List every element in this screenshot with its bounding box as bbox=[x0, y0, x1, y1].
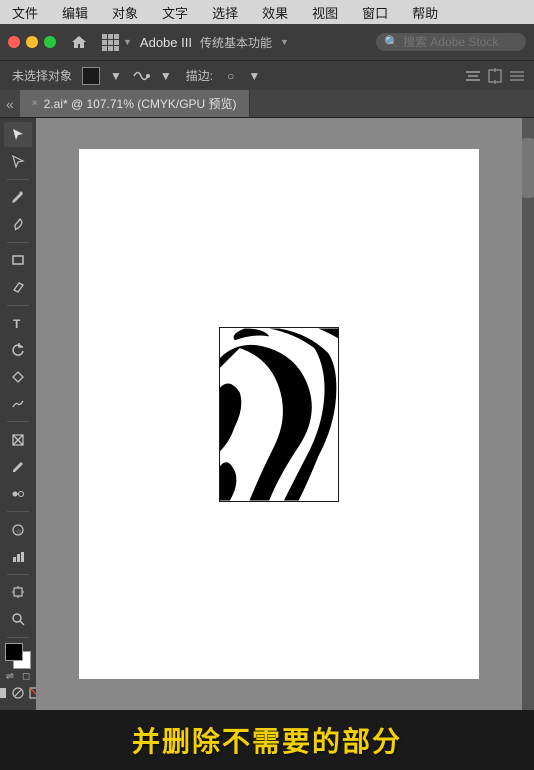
eraser-tool-button[interactable] bbox=[4, 275, 32, 300]
symbol-tool-button[interactable]: ☆ bbox=[4, 517, 32, 542]
rotate-tool-button[interactable] bbox=[4, 338, 32, 363]
menu-effect[interactable]: 效果 bbox=[258, 1, 292, 24]
menu-text[interactable]: 文字 bbox=[158, 1, 192, 24]
fill-box-icon[interactable] bbox=[0, 686, 8, 700]
home-button[interactable] bbox=[68, 31, 90, 53]
properties-icon[interactable] bbox=[508, 67, 526, 85]
selection-tool-button[interactable] bbox=[4, 122, 32, 147]
tool-separator-7 bbox=[7, 637, 29, 638]
svg-text:☆: ☆ bbox=[16, 528, 22, 536]
fg-bg-swatch[interactable] bbox=[5, 643, 31, 669]
blend-tool-button[interactable] bbox=[4, 481, 32, 506]
workspace-grid-icon bbox=[102, 34, 119, 51]
zoom-tool-button[interactable] bbox=[4, 607, 32, 632]
tool-separator-3 bbox=[7, 305, 29, 306]
left-toolbar: T ☆ bbox=[0, 118, 36, 710]
canvas-area[interactable] bbox=[36, 118, 522, 710]
menu-window[interactable]: 窗口 bbox=[358, 1, 392, 24]
stroke-tool-icon[interactable] bbox=[132, 67, 150, 85]
swap-colors-icon[interactable]: ⇌ bbox=[6, 671, 14, 682]
stroke-caret[interactable]: ▼ bbox=[244, 67, 264, 85]
shape-tool-button[interactable] bbox=[4, 364, 32, 389]
tab-close-button[interactable]: × bbox=[32, 98, 38, 109]
svg-text:T: T bbox=[13, 317, 21, 330]
foreground-color-swatch[interactable] bbox=[5, 643, 23, 661]
bottom-text-overlay: 并删除不需要的部分 bbox=[0, 710, 534, 770]
toolbar2: 未选择对象 ▼ ▼ 描边: ○ ▼ bbox=[0, 60, 534, 90]
stock-search-box[interactable]: 🔍 bbox=[376, 33, 526, 51]
type-tool-button[interactable]: T bbox=[4, 311, 32, 336]
traffic-lights bbox=[8, 36, 56, 48]
menu-file[interactable]: 文件 bbox=[8, 1, 42, 24]
none-icon[interactable] bbox=[28, 686, 36, 700]
fill-caret[interactable]: ▼ bbox=[106, 67, 126, 85]
align-icon[interactable] bbox=[464, 67, 482, 85]
search-icon: 🔍 bbox=[384, 35, 399, 49]
graph-tool-button[interactable] bbox=[4, 544, 32, 569]
canvas-document bbox=[79, 149, 479, 679]
workspace-preset-label[interactable]: 传统基本功能 bbox=[200, 34, 272, 51]
subtitle-text: 并删除不需要的部分 bbox=[132, 720, 402, 760]
tool-separator-6 bbox=[7, 574, 29, 575]
fill-color-swatch[interactable] bbox=[82, 67, 100, 85]
close-window-button[interactable] bbox=[8, 36, 20, 48]
rectangle-tool-button[interactable] bbox=[4, 248, 32, 273]
eyedropper-tool-button[interactable] bbox=[4, 454, 32, 479]
maximize-window-button[interactable] bbox=[44, 36, 56, 48]
stroke-tool-caret[interactable]: ▼ bbox=[156, 67, 176, 85]
workspace-caret: ▼ bbox=[123, 37, 132, 47]
menu-bar: 文件 编辑 对象 文字 选择 效果 视图 窗口 帮助 bbox=[0, 0, 534, 24]
artwork-svg bbox=[220, 328, 338, 501]
menu-select[interactable]: 选择 bbox=[208, 1, 242, 24]
tab-scroll-left[interactable]: « bbox=[0, 90, 20, 117]
frame-tool-button[interactable] bbox=[4, 427, 32, 452]
stroke-value[interactable]: ○ bbox=[223, 67, 238, 85]
stock-search-input[interactable] bbox=[403, 35, 518, 49]
align-icons-group bbox=[464, 67, 526, 85]
tool-separator-5 bbox=[7, 511, 29, 512]
swatch-controls: ⇌ ◻ bbox=[6, 671, 31, 682]
selection-label: 未选择对象 bbox=[8, 65, 76, 86]
tool-separator-4 bbox=[7, 421, 29, 422]
pen-tool-button[interactable] bbox=[4, 185, 32, 210]
warp-tool-button[interactable] bbox=[4, 391, 32, 416]
menu-object[interactable]: 对象 bbox=[108, 1, 142, 24]
reset-colors-icon[interactable]: ◻ bbox=[22, 671, 30, 682]
artboard-tool-button[interactable] bbox=[4, 580, 32, 605]
active-tab[interactable]: × 2.ai* @ 107.71% (CMYK/GPU 预览) bbox=[20, 90, 250, 117]
workspace-name-label: Adobe III bbox=[140, 35, 192, 50]
gradient-icon[interactable] bbox=[11, 686, 25, 700]
minimize-window-button[interactable] bbox=[26, 36, 38, 48]
artwork-container[interactable] bbox=[219, 327, 339, 502]
color-tools-group: ⇌ ◻ bbox=[0, 643, 36, 706]
menu-help[interactable]: 帮助 bbox=[408, 1, 442, 24]
right-scrollbar[interactable] bbox=[522, 118, 534, 710]
brush-tool-button[interactable] bbox=[4, 212, 32, 237]
toolbar1: ▼ Adobe III 传统基本功能 ▼ 🔍 bbox=[0, 24, 534, 60]
tool-separator-2 bbox=[7, 242, 29, 243]
tab-title: 2.ai* @ 107.71% (CMYK/GPU 预览) bbox=[44, 95, 237, 112]
tab-bar: « × 2.ai* @ 107.71% (CMYK/GPU 预览) bbox=[0, 90, 534, 118]
direct-select-tool-button[interactable] bbox=[4, 149, 32, 174]
menu-edit[interactable]: 编辑 bbox=[58, 1, 92, 24]
workspace-preset-caret: ▼ bbox=[280, 37, 289, 47]
menu-view[interactable]: 视图 bbox=[308, 1, 342, 24]
stroke-label: 描边: bbox=[182, 65, 217, 86]
workspace-selector[interactable]: ▼ bbox=[102, 34, 132, 51]
scroll-thumb[interactable] bbox=[522, 138, 534, 198]
tool-separator-1 bbox=[7, 179, 29, 180]
transform-icon[interactable] bbox=[486, 67, 504, 85]
main-area: T ☆ bbox=[0, 118, 534, 710]
